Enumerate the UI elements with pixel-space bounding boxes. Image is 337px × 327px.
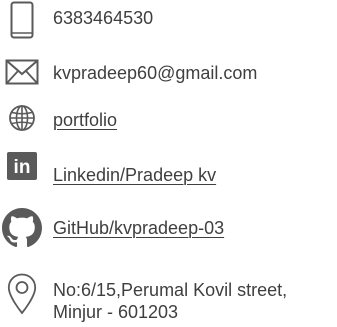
address-row: No:6/15,Perumal Kovil street, Minjur - 6… bbox=[0, 262, 337, 326]
phone-row: 6383464530 bbox=[0, 0, 337, 40]
address-text: No:6/15,Perumal Kovil street, Minjur - 6… bbox=[53, 279, 337, 323]
github-link[interactable]: GitHub/kvpradeep-03 bbox=[53, 217, 224, 239]
smartphone-icon bbox=[4, 1, 40, 39]
envelope-icon bbox=[4, 58, 40, 86]
portfolio-row: portfolio bbox=[0, 100, 337, 136]
linkedin-logo-text: in bbox=[14, 157, 31, 178]
location-pin-icon bbox=[4, 272, 40, 316]
linkedin-link[interactable]: Linkedin/Pradeep kv bbox=[53, 164, 216, 186]
contact-list: 6383464530 kvpradeep60@gmail.com portfol… bbox=[0, 0, 337, 327]
address-line-1: No:6/15,Perumal Kovil street, bbox=[53, 280, 288, 300]
email-address: kvpradeep60@gmail.com bbox=[53, 63, 258, 83]
address-line-2: Minjur - 601203 bbox=[53, 302, 179, 322]
linkedin-icon: in bbox=[4, 150, 40, 182]
email-row: kvpradeep60@gmail.com bbox=[0, 56, 337, 90]
linkedin-row: in Linkedin/Pradeep kv bbox=[0, 148, 337, 188]
phone-number: 6383464530 bbox=[53, 8, 154, 28]
globe-icon bbox=[4, 103, 40, 133]
github-row: GitHub/kvpradeep-03 bbox=[0, 202, 337, 252]
github-icon bbox=[2, 207, 42, 249]
portfolio-link[interactable]: portfolio bbox=[53, 109, 117, 131]
